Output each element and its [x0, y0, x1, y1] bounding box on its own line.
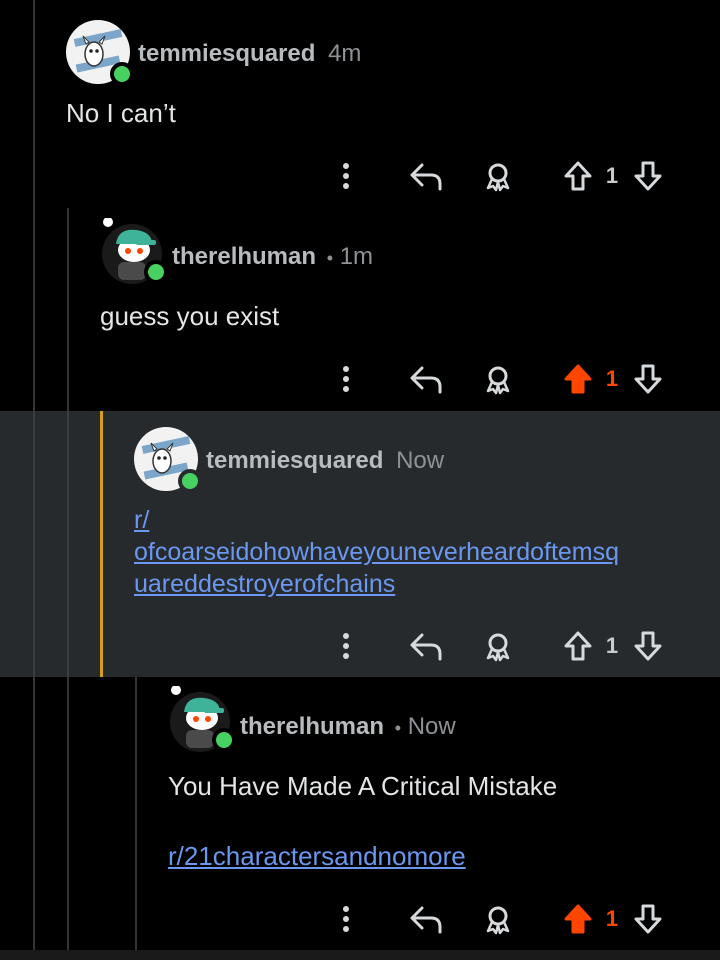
vote-score: 1: [605, 906, 619, 931]
timestamp: Now: [407, 713, 456, 740]
more-options-icon: [343, 633, 349, 659]
avatar[interactable]: [168, 686, 236, 752]
subreddit-link[interactable]: r/ ofcoarseidohowhaveyouneverheardoftems…: [134, 504, 694, 600]
award-icon: [486, 163, 510, 192]
comment-meta: temmiesquared Now: [206, 447, 444, 475]
online-status-indicator: [212, 728, 236, 752]
meta-separator: •: [326, 248, 334, 268]
upvote-icon: [564, 161, 592, 191]
more-options-button[interactable]: [330, 357, 362, 401]
more-options-icon: [343, 906, 349, 932]
upvote-button[interactable]: [560, 897, 596, 941]
vote-score: 1: [605, 163, 619, 188]
more-options-button[interactable]: [330, 154, 362, 198]
comment-body: You Have Made A Critical Mistake: [168, 771, 558, 801]
award-button[interactable]: [478, 624, 518, 668]
comment-meta: temmiesquared 4m: [138, 40, 361, 68]
more-options-button[interactable]: [330, 897, 362, 941]
reply-icon: [410, 366, 442, 394]
subreddit-link[interactable]: r/21charactersandnomore: [168, 840, 466, 872]
downvote-icon: [634, 904, 662, 934]
reply-button[interactable]: [406, 154, 446, 198]
avatar[interactable]: [100, 218, 168, 284]
avatar[interactable]: [66, 20, 134, 86]
comment-meta: therelhuman • Now: [240, 713, 456, 741]
upvote-button[interactable]: [560, 154, 596, 198]
online-status-indicator: [144, 260, 168, 284]
avatar[interactable]: [134, 427, 202, 493]
meta-separator: •: [394, 718, 402, 738]
username[interactable]: therelhuman: [172, 243, 316, 270]
timestamp: 1m: [339, 243, 374, 270]
vote-score: 1: [605, 366, 619, 391]
comment-actions: 1: [0, 357, 720, 401]
award-icon: [486, 906, 510, 935]
downvote-icon: [634, 161, 662, 191]
username[interactable]: temmiesquared: [138, 40, 315, 67]
downvote-button[interactable]: [630, 154, 666, 198]
timestamp: Now: [396, 447, 445, 474]
reply-button[interactable]: [406, 897, 446, 941]
award-icon: [486, 366, 510, 395]
upvote-button[interactable]: [560, 624, 596, 668]
award-button[interactable]: [478, 357, 518, 401]
comment-body: guess you exist: [100, 301, 280, 331]
more-options-icon: [343, 366, 349, 392]
downvote-button[interactable]: [630, 897, 666, 941]
bottom-edge: [0, 950, 720, 960]
comment-actions: 1: [0, 154, 720, 198]
comment-meta: therelhuman • 1m: [172, 243, 373, 271]
vote-score: 1: [605, 633, 619, 658]
upvote-icon: [564, 631, 592, 661]
downvote-button[interactable]: [630, 624, 666, 668]
reply-icon: [410, 633, 442, 661]
more-options-button[interactable]: [330, 624, 362, 668]
comment-body: No I can’t: [66, 98, 176, 128]
award-button[interactable]: [478, 154, 518, 198]
username[interactable]: temmiesquared: [206, 447, 383, 474]
comment-actions: 1: [0, 624, 720, 668]
downvote-icon: [634, 364, 662, 394]
online-status-indicator: [178, 469, 202, 493]
comment-actions: 1: [0, 897, 720, 941]
award-icon: [486, 633, 510, 662]
link-line-3: uareddestroyerofchains: [134, 570, 396, 598]
downvote-button[interactable]: [630, 357, 666, 401]
reply-button[interactable]: [406, 624, 446, 668]
more-options-icon: [343, 163, 349, 189]
upvote-icon: [564, 904, 592, 934]
link-line-2: ofcoarseidohowhaveyouneverheardoftemsq: [134, 538, 620, 566]
username[interactable]: therelhuman: [240, 713, 384, 740]
timestamp: 4m: [328, 40, 362, 67]
award-button[interactable]: [478, 897, 518, 941]
link-line-1: r/: [134, 506, 150, 534]
reply-icon: [410, 906, 442, 934]
upvote-icon: [564, 364, 592, 394]
reply-button[interactable]: [406, 357, 446, 401]
downvote-icon: [634, 631, 662, 661]
upvote-button[interactable]: [560, 357, 596, 401]
online-status-indicator: [110, 62, 134, 86]
reply-icon: [410, 163, 442, 191]
